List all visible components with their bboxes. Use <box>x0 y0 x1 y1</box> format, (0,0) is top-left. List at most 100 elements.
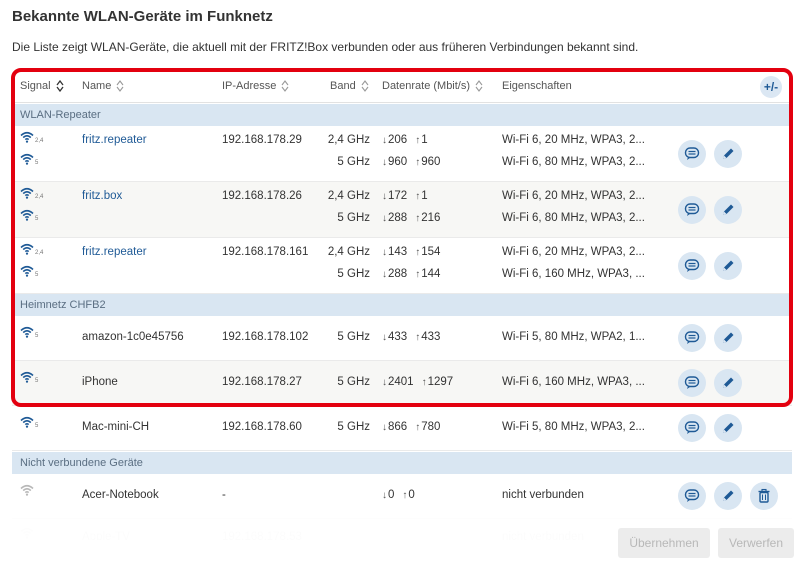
band-value: 2,4 GHz <box>327 246 370 258</box>
band-value: 5 GHz <box>337 212 370 224</box>
ip-address: 192.168.178.60 <box>222 421 302 433</box>
ip-address: 192.168.178.27 <box>222 376 302 388</box>
rate-up: 0 <box>408 489 415 501</box>
edit-button[interactable] <box>714 482 742 510</box>
down-arrow-icon: ↓ <box>382 213 387 224</box>
wifi-band-sub: 5 <box>35 378 39 384</box>
down-arrow-icon: ↓ <box>382 422 387 433</box>
edit-button[interactable] <box>714 252 742 280</box>
info-button[interactable] <box>678 414 706 442</box>
pencil-icon <box>720 202 736 218</box>
header-name[interactable]: Name <box>82 80 124 93</box>
edit-button[interactable] <box>714 196 742 224</box>
edit-button[interactable] <box>714 414 742 442</box>
pencil-icon <box>720 146 736 162</box>
discard-button-label: Verwerfen <box>728 536 784 550</box>
discard-button[interactable]: Verwerfen <box>718 528 794 558</box>
wifi-band-sub: 2,4 <box>35 138 44 144</box>
device-properties: Wi-Fi 6, 80 MHz, WPA3, 2... <box>502 212 645 224</box>
up-arrow-icon: ↑ <box>415 213 421 224</box>
info-button[interactable] <box>678 324 706 352</box>
device-properties: Wi-Fi 6, 160 MHz, WPA3, ... <box>502 376 645 388</box>
table-row[interactable]: Acer-Notebook - ↓0 ↑0 nicht verbunden <box>12 474 792 519</box>
info-button[interactable] <box>678 196 706 224</box>
wifi-band-sub: 5 <box>35 216 39 222</box>
edit-button[interactable] <box>714 140 742 168</box>
ip-address: 192.168.178.29 <box>222 134 302 146</box>
sort-active-icon <box>56 80 64 93</box>
up-arrow-icon: ↑ <box>415 157 421 168</box>
header-name-label: Name <box>82 80 112 92</box>
speech-bubble-icon <box>684 258 700 274</box>
rate-down: 288 <box>388 268 408 280</box>
down-arrow-icon: ↓ <box>382 191 387 202</box>
wifi-band-sub: 5 <box>35 333 39 339</box>
pencil-icon <box>720 488 736 504</box>
table-row[interactable]: 2,4 5 fritz.repeater 192.168.178.161 2,4 GHz… <box>12 238 792 294</box>
sort-icon <box>281 80 289 93</box>
apply-button[interactable]: Übernehmen <box>618 528 710 558</box>
info-button[interactable] <box>678 369 706 397</box>
down-arrow-icon: ↓ <box>382 269 387 280</box>
device-name: Mac-mini-CH <box>82 421 150 433</box>
rate-up: 433 <box>421 331 441 343</box>
down-arrow-icon: ↓ <box>382 377 387 388</box>
wifi-band-sub: 5 <box>35 272 39 278</box>
ip-address: - <box>222 489 226 501</box>
info-button[interactable] <box>678 482 706 510</box>
down-arrow-icon: ↓ <box>382 247 387 258</box>
info-button[interactable] <box>678 252 706 280</box>
page-title: Bekannte WLAN-Geräte im Funknetz <box>12 8 273 25</box>
header-band[interactable]: Band <box>330 80 369 93</box>
device-properties: Wi-Fi 6, 20 MHz, WPA3, 2... <box>502 134 645 146</box>
delete-button[interactable] <box>750 482 778 510</box>
device-name-link: fritz.box <box>82 190 123 202</box>
rate-up: 1 <box>421 190 428 202</box>
up-arrow-icon: ↑ <box>415 247 421 258</box>
speech-bubble-icon <box>684 146 700 162</box>
header-ip-label: IP-Adresse <box>222 80 277 92</box>
up-arrow-icon: ↑ <box>415 191 421 202</box>
column-toggle-label: +/- <box>763 80 779 94</box>
device-name: amazon-1c0e45756 <box>82 331 184 343</box>
wifi-signal-icon <box>20 484 42 500</box>
header-ip[interactable]: IP-Adresse <box>222 80 289 93</box>
device-name-link: fritz.repeater <box>82 134 147 146</box>
header-signal[interactable]: Signal <box>20 80 64 93</box>
edit-button[interactable] <box>714 369 742 397</box>
wifi-signal-icon <box>20 153 42 169</box>
table-row[interactable]: 2,4 5 fritz.box 192.168.178.26 2,4 GHz ↓172 ↑1… <box>12 182 792 238</box>
band-value: 5 GHz <box>337 331 370 343</box>
table-row[interactable]: 5 amazon-1c0e45756 192.168.178.102 5 GHz ↓43… <box>12 316 792 361</box>
wifi-band-sub: 2,4 <box>35 194 44 200</box>
wifi-signal-icon <box>20 209 42 225</box>
data-rate: ↓143 ↑154 <box>382 246 440 258</box>
group-header-heimnetz: Heimnetz CHFB2 <box>12 294 792 316</box>
device-properties: Wi-Fi 5, 80 MHz, WPA3, 2... <box>502 421 645 433</box>
rate-down: 866 <box>388 421 408 433</box>
device-properties: Wi-Fi 6, 80 MHz, WPA3, 2... <box>502 156 645 168</box>
table-row[interactable]: 5 iPhone 192.168.178.27 5 GHz ↓2401 ↑1297 Wi-F… <box>12 361 792 406</box>
device-properties: nicht verbunden <box>502 489 584 501</box>
sort-icon <box>116 80 124 93</box>
device-properties: Wi-Fi 5, 80 MHz, WPA2, 1... <box>502 331 645 343</box>
column-toggle-button[interactable]: +/- <box>760 76 782 98</box>
pencil-icon <box>720 330 736 346</box>
rate-down: 206 <box>388 134 408 146</box>
speech-bubble-icon <box>684 488 700 504</box>
header-rate[interactable]: Datenrate (Mbit/s) <box>382 80 483 93</box>
wifi-signal-icon <box>20 416 42 432</box>
device-name: iPhone <box>82 376 118 388</box>
header-props: Eigenschaften <box>502 80 572 92</box>
info-button[interactable] <box>678 140 706 168</box>
up-arrow-icon: ↑ <box>415 332 421 343</box>
table-row[interactable]: 2,4 5 fritz.repeater 192.168.178.29 2,4 GHz ↓… <box>12 126 792 182</box>
data-rate: ↓288 ↑144 <box>382 268 440 280</box>
sort-icon <box>475 80 483 93</box>
table-row[interactable]: 5 Mac-mini-CH 192.168.178.60 5 GHz ↓866 ↑780 W… <box>12 406 792 451</box>
edit-button[interactable] <box>714 324 742 352</box>
up-arrow-icon: ↑ <box>402 490 408 501</box>
rate-down: 433 <box>388 331 408 343</box>
apply-button-label: Übernehmen <box>629 536 699 550</box>
group-header-repeater: WLAN-Repeater <box>12 104 792 126</box>
